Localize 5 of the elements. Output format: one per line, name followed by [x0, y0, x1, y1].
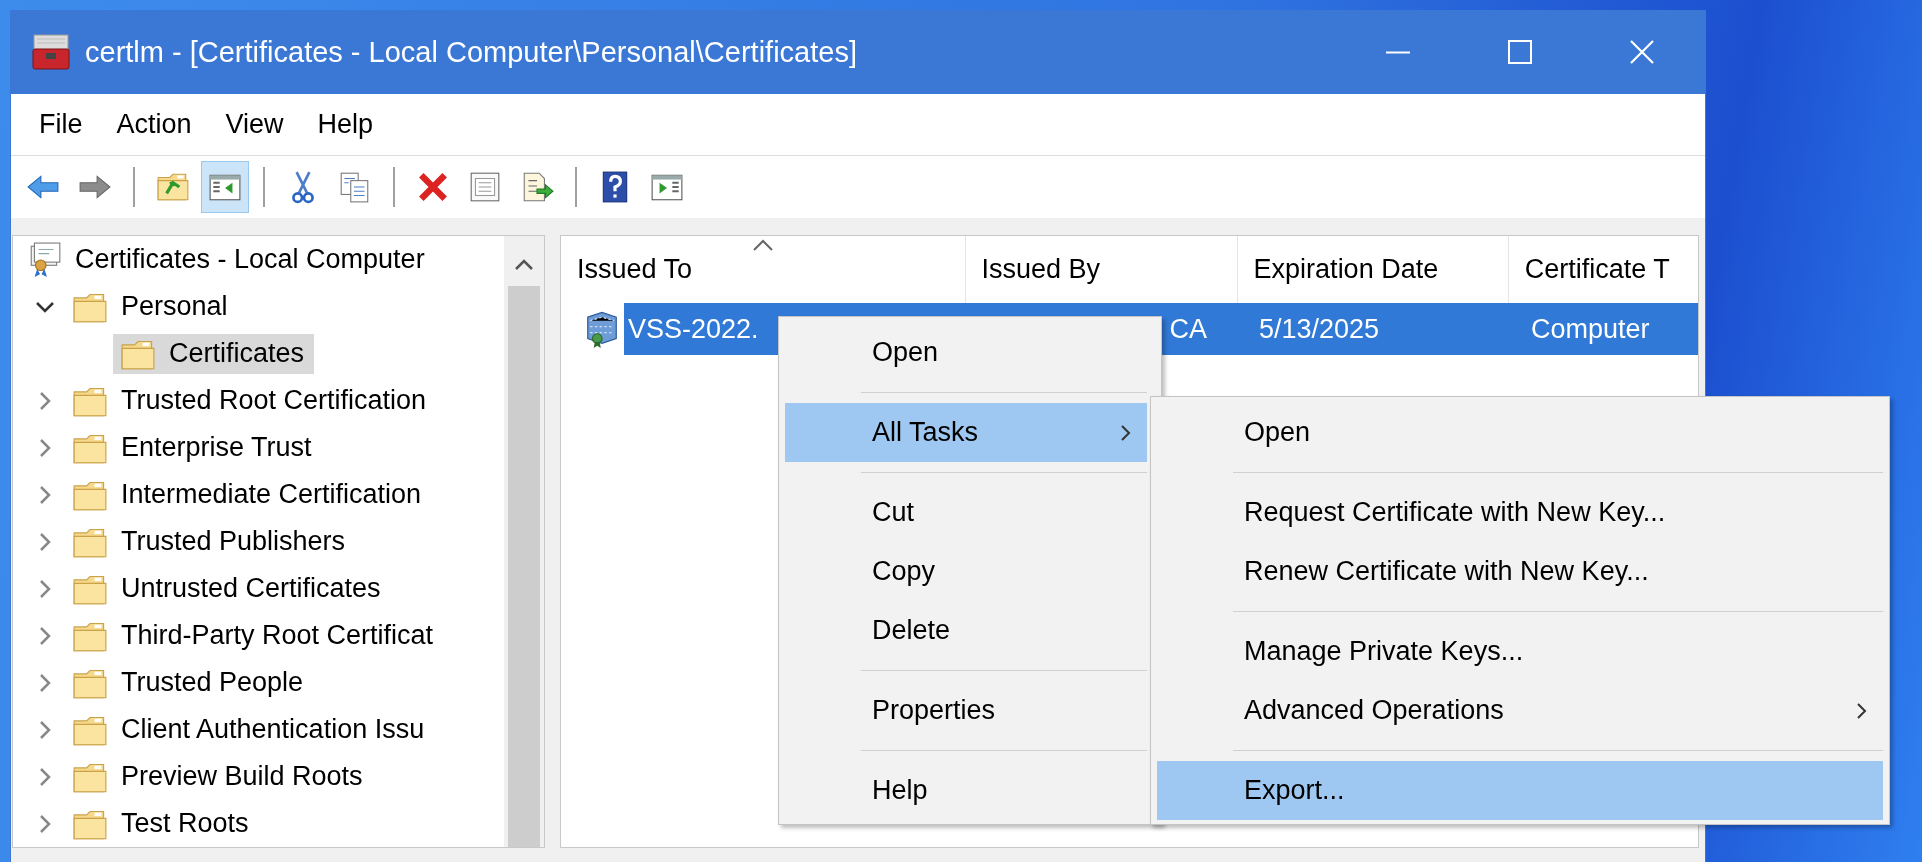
window-title: certlm - [Certificates - Local Computer\Personal\Certificates] [85, 35, 858, 69]
table-cell: VSS-2022. [628, 313, 759, 345]
table-cell: Computer [1531, 313, 1650, 345]
table-cell: 5/13/2025 [1259, 313, 1380, 345]
table-cell: CA [1169, 313, 1207, 345]
